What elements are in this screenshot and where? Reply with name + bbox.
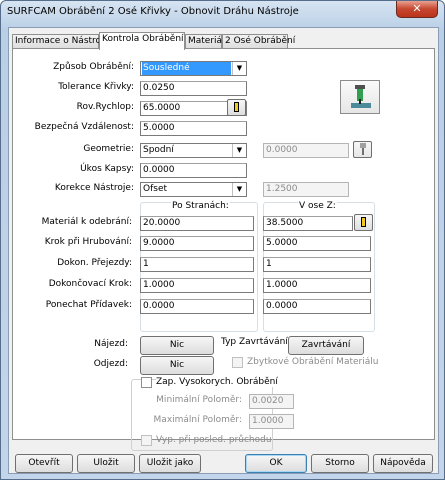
row-strany-input[interactable]: 1 bbox=[140, 257, 254, 272]
info-button-rychlop[interactable] bbox=[227, 99, 246, 116]
tool-pick-button[interactable] bbox=[353, 141, 372, 158]
zavrtavani-button[interactable]: Zavrtávání bbox=[288, 336, 364, 355]
tab-informace[interactable]: Informace o Nástroji bbox=[12, 34, 106, 49]
tab-kontrola[interactable]: Kontrola Obrábění bbox=[99, 32, 185, 50]
row-strany-input[interactable]: 20.0000 bbox=[140, 216, 254, 231]
row-strany-input[interactable]: 9.0000 bbox=[140, 236, 254, 251]
geometrie-disabled-input: 0.0000 bbox=[263, 143, 349, 158]
row-osez-input[interactable]: 5.0000 bbox=[263, 236, 371, 251]
info-button-material[interactable] bbox=[354, 214, 373, 231]
geometrie-select[interactable]: Spodní ▼ bbox=[140, 143, 247, 158]
ok-button[interactable]: OK bbox=[245, 454, 307, 473]
chevron-down-icon[interactable]: ▼ bbox=[232, 62, 246, 75]
row-osez-input[interactable]: 1.0000 bbox=[263, 278, 371, 293]
min-input: 0.0020 bbox=[249, 394, 294, 409]
ulozit-jako-button[interactable]: Uložit jako bbox=[139, 454, 201, 473]
tool-icon bbox=[340, 80, 380, 114]
geometrie-label: Geometrie: bbox=[83, 144, 134, 154]
posled-label: Vyp. při posled. průchodu bbox=[156, 435, 272, 445]
zpusob-select[interactable]: Sousledné ▼ bbox=[140, 61, 247, 76]
tab-panel: Způsob Obrábění: Sousledné ▼ Tolerance K… bbox=[12, 48, 435, 451]
tolerance-input[interactable]: 0.0250 bbox=[140, 81, 247, 96]
pin-icon bbox=[359, 143, 366, 155]
ukos-input[interactable]: 0.0000 bbox=[140, 163, 247, 178]
tab-material[interactable]: Materiál bbox=[185, 34, 225, 49]
dialog-window: SURFCAM Obrábění 2 Osé Křivky - Obnovit … bbox=[0, 0, 445, 480]
chevron-down-icon[interactable]: ▼ bbox=[232, 144, 246, 157]
row-strany-input[interactable]: 0.0000 bbox=[140, 299, 254, 314]
ukos-label: Úkos Kapsy: bbox=[80, 164, 134, 174]
bezpecna-label: Bezpečná Vzdálenost: bbox=[34, 122, 134, 132]
info-icon bbox=[234, 102, 239, 112]
row-osez-input[interactable]: 0.0000 bbox=[263, 299, 371, 314]
chevron-down-icon[interactable]: ▼ bbox=[232, 183, 246, 196]
posled-checkbox[interactable] bbox=[141, 435, 152, 446]
otevrit-button[interactable]: Otevřít bbox=[15, 454, 73, 473]
tolerance-label: Tolerance Křivky: bbox=[58, 82, 134, 92]
odjezd-button[interactable]: Nic bbox=[140, 356, 214, 375]
geometrie-value: Spodní bbox=[143, 145, 174, 155]
row-osez-input[interactable]: 1 bbox=[263, 257, 371, 272]
rychlop-label: Rov.Rychlop: bbox=[76, 102, 134, 112]
row-label: Dokončovací Krok: bbox=[48, 279, 132, 289]
close-button[interactable]: ✕ bbox=[396, 1, 438, 18]
korekce-select[interactable]: Ofset ▼ bbox=[140, 182, 247, 197]
info-icon bbox=[361, 217, 366, 227]
vysokorych-checkbox[interactable] bbox=[141, 377, 152, 388]
max-label: Maximální Poloměr: bbox=[153, 415, 242, 425]
window-title: SURFCAM Obrábění 2 Osé Křivky - Obnovit … bbox=[7, 6, 299, 17]
korekce-disabled-input: 1.2500 bbox=[263, 182, 349, 197]
tab-2ose[interactable]: 2 Osé Obrábění bbox=[222, 34, 295, 49]
zbytkove-label: Zbytkové Obrábění Materiálu bbox=[247, 357, 379, 367]
min-label: Minimální Poloměr: bbox=[156, 395, 242, 405]
max-input: 1.0000 bbox=[249, 414, 294, 429]
row-strany-input[interactable]: 1.0000 bbox=[140, 278, 254, 293]
typ-label: Typ Zavrtávání: bbox=[221, 337, 291, 347]
dialog-client: Informace o Nástroji Kontrola Obrábění M… bbox=[8, 27, 439, 474]
najezd-label: Nájezd: bbox=[94, 339, 128, 349]
row-label: Ponechat Přídavek: bbox=[45, 300, 132, 310]
bezpecna-input[interactable]: 5.0000 bbox=[140, 121, 247, 136]
row-label: Krok při Hrubování: bbox=[44, 237, 132, 247]
napoveda-button[interactable]: Nápověda bbox=[373, 454, 433, 473]
col-osez-label: V ose Z: bbox=[298, 201, 337, 211]
row-label: Materiál k odebrání: bbox=[41, 217, 132, 227]
korekce-label: Korekce Nástroje: bbox=[54, 183, 134, 193]
storno-button[interactable]: Storno bbox=[311, 454, 369, 473]
zpusob-label: Způsob Obrábění: bbox=[53, 62, 134, 72]
col-strany-label: Po Stranách: bbox=[171, 201, 230, 211]
zpusob-value: Sousledné bbox=[142, 62, 231, 75]
row-osez-input[interactable]: 38.5000 bbox=[263, 216, 353, 231]
ulozit-button[interactable]: Uložit bbox=[77, 454, 135, 473]
najezd-button[interactable]: Nic bbox=[140, 336, 214, 355]
zbytkove-checkbox[interactable] bbox=[232, 357, 243, 368]
row-label: Dokon. Přejezdy: bbox=[57, 258, 132, 268]
korekce-value: Ofset bbox=[143, 184, 168, 194]
vysokorych-label: Zap. Vysokorych. Obrábění bbox=[156, 377, 280, 387]
odjezd-label: Odjezd: bbox=[93, 359, 128, 369]
